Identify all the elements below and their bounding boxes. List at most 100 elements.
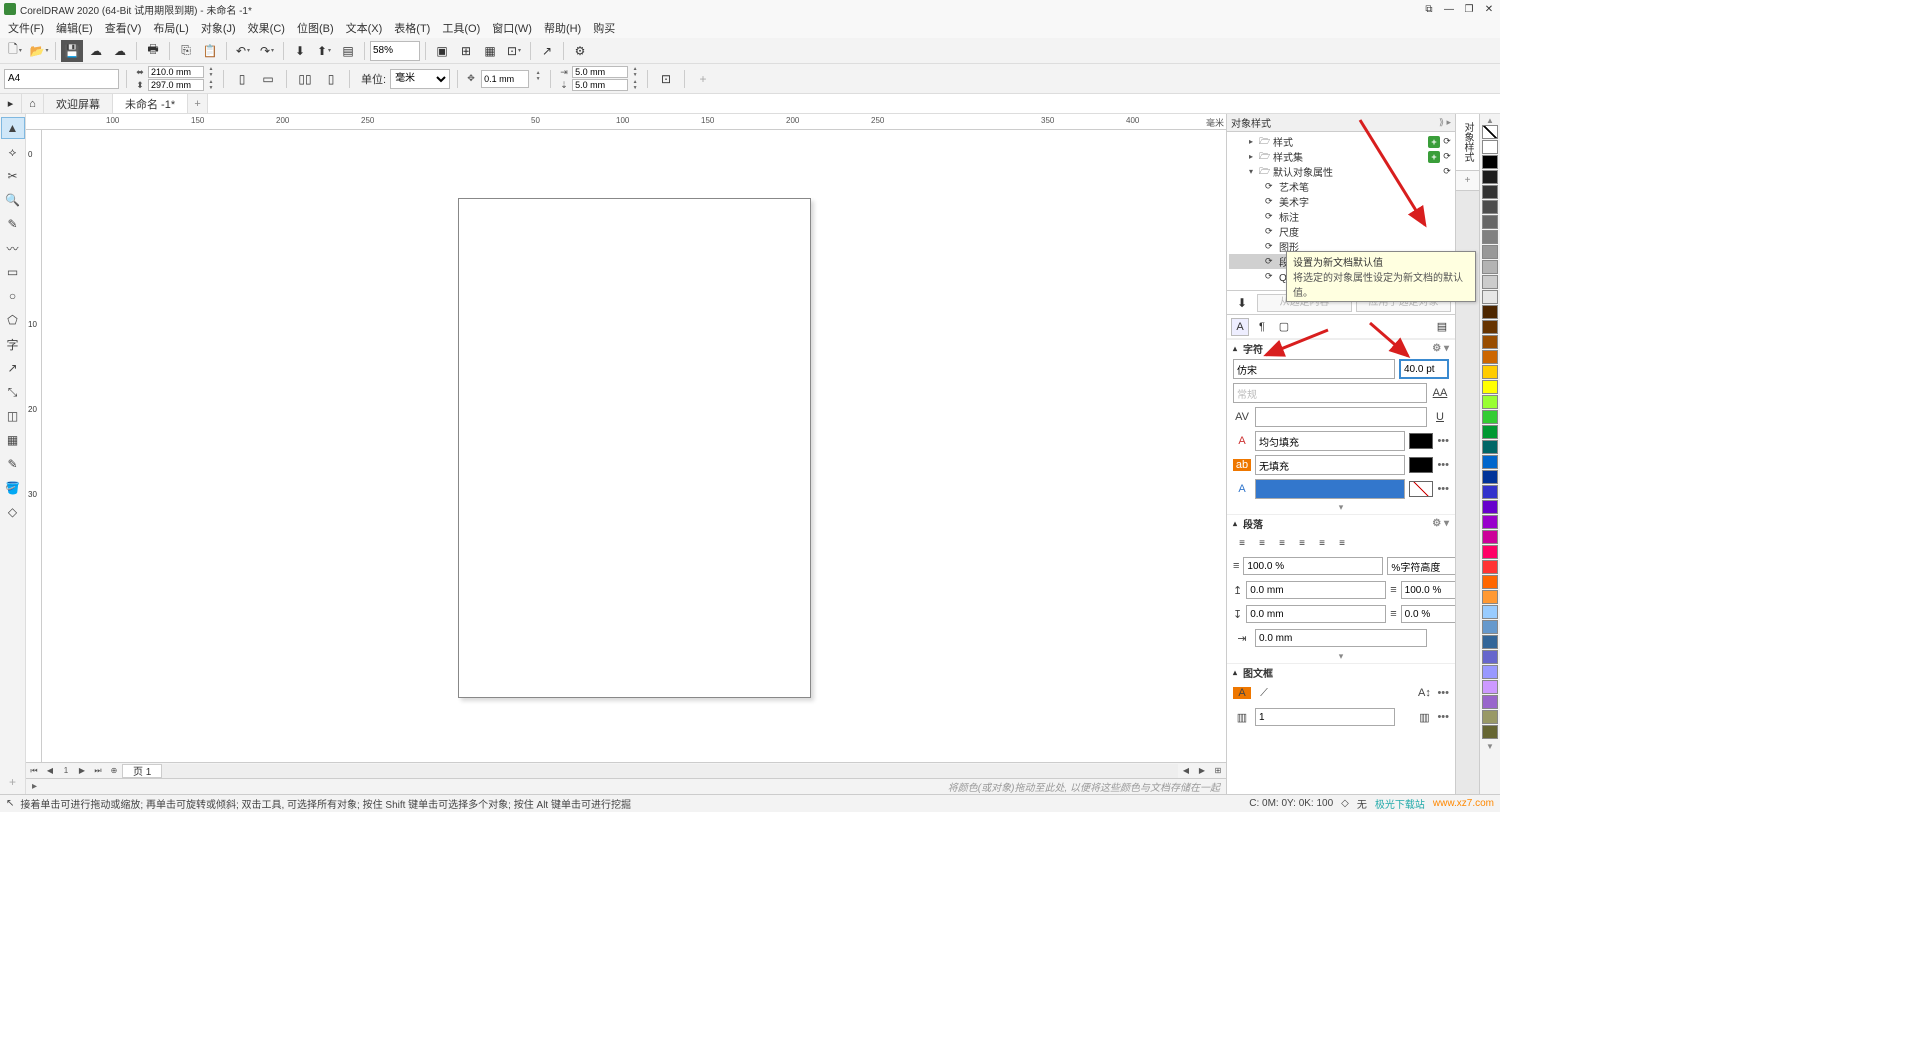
rulers-button[interactable]: ⊞ bbox=[455, 40, 477, 62]
outline-more-button[interactable]: ••• bbox=[1437, 459, 1449, 471]
bg-more-button[interactable]: ••• bbox=[1437, 483, 1449, 495]
horizontal-ruler[interactable]: 100 150 200 250 50 100 150 200 250 350 4… bbox=[26, 114, 1226, 130]
open-button[interactable]: 📂 bbox=[28, 40, 50, 62]
menu-tools[interactable]: 工具(O) bbox=[436, 18, 486, 38]
menu-file[interactable]: 文件(F) bbox=[2, 18, 50, 38]
scroll-left-button[interactable]: ◀ bbox=[1178, 764, 1194, 778]
menu-view[interactable]: 查看(V) bbox=[99, 18, 148, 38]
menu-window[interactable]: 窗口(W) bbox=[486, 18, 538, 38]
docker-header[interactable]: 对象样式 ⟫ ▸ bbox=[1227, 114, 1455, 132]
welcome-tab[interactable]: 欢迎屏幕 bbox=[44, 94, 113, 113]
snap-button[interactable]: ⊡ bbox=[503, 40, 525, 62]
spinner[interactable]: ▲▼ bbox=[533, 70, 543, 88]
align-none-button[interactable]: ≡ bbox=[1233, 534, 1251, 552]
align-justify-button[interactable]: ≡ bbox=[1313, 534, 1331, 552]
dup-y[interactable] bbox=[572, 79, 628, 91]
color-swatch[interactable] bbox=[1482, 545, 1498, 559]
gear-icon[interactable]: ⚙ ▾ bbox=[1432, 343, 1449, 354]
first-page-button[interactable]: ⏮ bbox=[26, 764, 42, 778]
add-tool-button[interactable]: + bbox=[1, 771, 25, 793]
close-icon[interactable]: ✕ bbox=[1482, 2, 1496, 16]
color-swatch[interactable] bbox=[1482, 215, 1498, 229]
landscape-button[interactable]: ▭ bbox=[257, 68, 279, 90]
text-tool[interactable]: 字 bbox=[1, 333, 25, 355]
menu-buy[interactable]: 购买 bbox=[587, 18, 621, 38]
tree-artistic-pen[interactable]: ⟳艺术笔 bbox=[1229, 179, 1453, 194]
outline-type-select[interactable] bbox=[1255, 455, 1405, 475]
frame-none-icon[interactable]: ⟋ bbox=[1255, 687, 1273, 700]
color-swatch[interactable] bbox=[1482, 605, 1498, 619]
treat-as-filled-button[interactable]: ⊡ bbox=[655, 68, 677, 90]
color-swatch[interactable] bbox=[1482, 530, 1498, 544]
frame-tab-icon[interactable]: ▢ bbox=[1275, 318, 1293, 336]
bg-color-chip[interactable] bbox=[1409, 481, 1433, 497]
color-swatch[interactable] bbox=[1482, 335, 1498, 349]
all-pages-button[interactable]: ▯▯ bbox=[294, 68, 316, 90]
paste-button[interactable]: 📋 bbox=[199, 40, 221, 62]
underline-button[interactable]: U bbox=[1431, 411, 1449, 423]
color-swatch[interactable] bbox=[1482, 725, 1498, 739]
vtext-icon[interactable]: A↕ bbox=[1415, 687, 1433, 699]
cloud-up-button[interactable]: ☁ bbox=[85, 40, 107, 62]
docker-tab-styles[interactable]: 对象样式 bbox=[1456, 114, 1479, 171]
color-swatch[interactable] bbox=[1482, 185, 1498, 199]
pick-tool[interactable]: ▲ bbox=[1, 117, 25, 139]
import-button[interactable]: ⬇ bbox=[289, 40, 311, 62]
color-swatch[interactable] bbox=[1482, 710, 1498, 724]
add-toolbar-button[interactable]: + bbox=[692, 68, 714, 90]
color-swatch[interactable] bbox=[1482, 230, 1498, 244]
unit-select[interactable]: 毫米 bbox=[390, 69, 450, 89]
fullscreen-button[interactable]: ▣ bbox=[431, 40, 453, 62]
next-page-button[interactable]: ▶ bbox=[74, 764, 90, 778]
color-swatch[interactable] bbox=[1482, 665, 1498, 679]
menu-help[interactable]: 帮助(H) bbox=[538, 18, 587, 38]
color-swatch[interactable] bbox=[1482, 440, 1498, 454]
frame-more-button[interactable]: ••• bbox=[1437, 687, 1449, 699]
color-swatch[interactable] bbox=[1482, 290, 1498, 304]
space-pct[interactable] bbox=[1401, 581, 1455, 599]
fill-tool[interactable]: 🪣 bbox=[1, 477, 25, 499]
page-preset[interactable] bbox=[4, 69, 119, 89]
scroll-right-button[interactable]: ▶ bbox=[1194, 764, 1210, 778]
color-swatch[interactable] bbox=[1482, 515, 1498, 529]
color-swatch[interactable] bbox=[1482, 560, 1498, 574]
font-style-select[interactable] bbox=[1233, 383, 1427, 403]
align-center-button[interactable]: ≡ bbox=[1273, 534, 1291, 552]
color-swatch[interactable] bbox=[1482, 635, 1498, 649]
color-swatch[interactable] bbox=[1482, 365, 1498, 379]
new-button[interactable]: 🗋 bbox=[4, 40, 26, 62]
menu-edit[interactable]: 编辑(E) bbox=[50, 18, 99, 38]
color-swatch[interactable] bbox=[1482, 590, 1498, 604]
popout-icon[interactable]: ⧉ bbox=[1422, 2, 1436, 16]
kerning-select[interactable] bbox=[1255, 407, 1427, 427]
link-icon[interactable]: ⟳ bbox=[1441, 151, 1453, 163]
fill-indicator-icon[interactable]: ◇ bbox=[1341, 798, 1349, 809]
color-swatch[interactable] bbox=[1482, 575, 1498, 589]
fill-more-button[interactable]: ••• bbox=[1437, 435, 1449, 447]
menu-bitmap[interactable]: 位图(B) bbox=[291, 18, 340, 38]
nudge-distance[interactable] bbox=[481, 70, 529, 88]
tree-dimension[interactable]: ⟳尺度 bbox=[1229, 224, 1453, 239]
cloud-down-button[interactable]: ☁ bbox=[109, 40, 131, 62]
zoom-tool[interactable]: 🔍 bbox=[1, 189, 25, 211]
color-swatch[interactable] bbox=[1482, 320, 1498, 334]
grid-button[interactable]: ▦ bbox=[479, 40, 501, 62]
save-button[interactable]: 💾 bbox=[61, 40, 83, 62]
color-swatch[interactable] bbox=[1482, 200, 1498, 214]
pick-tool-icon[interactable]: ▸ bbox=[0, 94, 22, 113]
document-tab[interactable]: 未命名 -1* bbox=[113, 94, 188, 113]
home-tab[interactable]: ⌂ bbox=[22, 94, 44, 113]
spinner[interactable]: ▲▼ bbox=[206, 66, 216, 78]
color-swatch[interactable] bbox=[1482, 275, 1498, 289]
add-set-icon[interactable]: + bbox=[1428, 151, 1440, 163]
freehand-tool[interactable]: ✎ bbox=[1, 213, 25, 235]
columns-input[interactable] bbox=[1255, 708, 1395, 726]
publish-button[interactable]: ▤ bbox=[337, 40, 359, 62]
launch-button[interactable]: ↗ bbox=[536, 40, 558, 62]
col-layout-icon[interactable]: ▥ bbox=[1415, 711, 1433, 724]
color-swatch[interactable] bbox=[1482, 470, 1498, 484]
vertical-ruler[interactable]: 0 10 20 30 bbox=[26, 130, 42, 762]
reset-icon[interactable]: ⟳ bbox=[1441, 166, 1453, 178]
color-swatch[interactable] bbox=[1482, 410, 1498, 424]
docker-tab-add[interactable]: + bbox=[1456, 171, 1479, 191]
